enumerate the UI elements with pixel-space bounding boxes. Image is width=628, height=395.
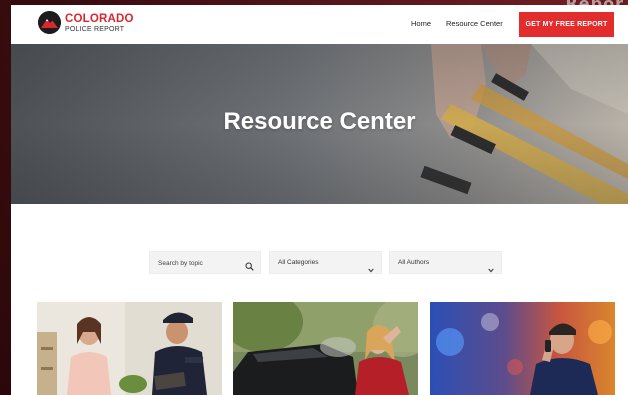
search-icon[interactable]: [245, 258, 254, 276]
chevron-down-icon: [368, 260, 374, 278]
chevron-down-icon: [488, 260, 494, 278]
resource-card-image[interactable]: [37, 302, 222, 395]
resource-card-image[interactable]: [430, 302, 615, 395]
category-select-value: All Categories: [278, 259, 319, 266]
logo-line1: COLORADO: [65, 12, 134, 25]
category-select[interactable]: All Categories: [269, 251, 382, 274]
author-select-value: All Authors: [398, 259, 430, 266]
mountain-logo-icon: [38, 11, 61, 34]
resource-card-image[interactable]: [233, 302, 418, 395]
site-logo[interactable]: COLORADO POLICE REPORT: [38, 11, 134, 34]
site-header: COLORADO POLICE REPORT Home Resource Cen…: [11, 5, 628, 44]
webpage: COLORADO POLICE REPORT Home Resource Cen…: [11, 5, 628, 395]
search-field[interactable]: [149, 251, 261, 274]
get-free-report-button[interactable]: GET MY FREE REPORT: [519, 12, 614, 37]
logo-text: COLORADO POLICE REPORT: [65, 13, 134, 33]
author-select[interactable]: All Authors: [389, 251, 502, 274]
logo-line2: POLICE REPORT: [65, 25, 125, 33]
search-input[interactable]: [158, 257, 243, 269]
nav-resource-center-link[interactable]: Resource Center: [446, 19, 503, 28]
page-title: Resource Center: [223, 108, 416, 135]
hero-banner: Resource Center: [11, 44, 628, 204]
nav-home-link[interactable]: Home: [411, 19, 431, 28]
